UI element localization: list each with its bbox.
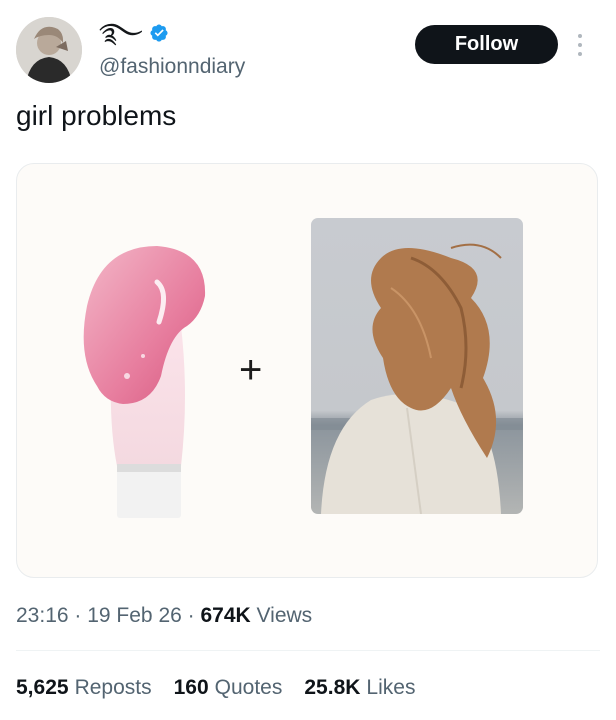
woman-photo-image [311, 218, 523, 514]
avatar-photo [16, 17, 82, 83]
engagement-stats: 5,625 Reposts 160 Quotes 25.8K Likes [16, 676, 415, 700]
more-dot [578, 43, 582, 47]
follow-button[interactable]: Follow [415, 25, 558, 64]
reposts-stat[interactable]: 5,625 Reposts [16, 676, 152, 700]
tweet-media[interactable]: + [16, 163, 598, 578]
lip-gloss-applicator-image [83, 246, 206, 518]
likes-count: 25.8K [304, 676, 361, 699]
author-display-name[interactable]: ࿐ [99, 20, 143, 47]
meta-separator: · [68, 604, 88, 627]
author-name-row[interactable]: ࿐ [99, 18, 169, 48]
plus-sign: + [239, 348, 263, 392]
author-handle[interactable]: @fashionndiary [99, 55, 245, 79]
reposts-count: 5,625 [16, 676, 69, 699]
reposts-label: Reposts [74, 676, 152, 699]
quotes-label: Quotes [214, 676, 283, 699]
views-count: 674K [200, 604, 251, 627]
more-dot [578, 34, 582, 38]
tweet-meta: 23:16 · 19 Feb 26 · 674K Views [16, 604, 312, 628]
tweet-time[interactable]: 23:16 [16, 604, 69, 627]
quotes-stat[interactable]: 160 Quotes [174, 676, 283, 700]
likes-label: Likes [366, 676, 416, 699]
more-vertical-icon[interactable] [573, 30, 587, 60]
verified-badge-icon [150, 24, 168, 42]
windblown-hair-woman-photo [311, 218, 523, 514]
more-dot [578, 52, 582, 56]
tweet-text: girl problems [16, 100, 177, 131]
views-label: Views [256, 604, 313, 627]
tweet-date[interactable]: 19 Feb 26 [87, 604, 182, 627]
divider [16, 650, 600, 651]
meta-separator: · [181, 604, 201, 627]
likes-stat[interactable]: 25.8K Likes [304, 676, 415, 700]
quotes-count: 160 [173, 676, 209, 699]
avatar[interactable] [16, 17, 82, 83]
